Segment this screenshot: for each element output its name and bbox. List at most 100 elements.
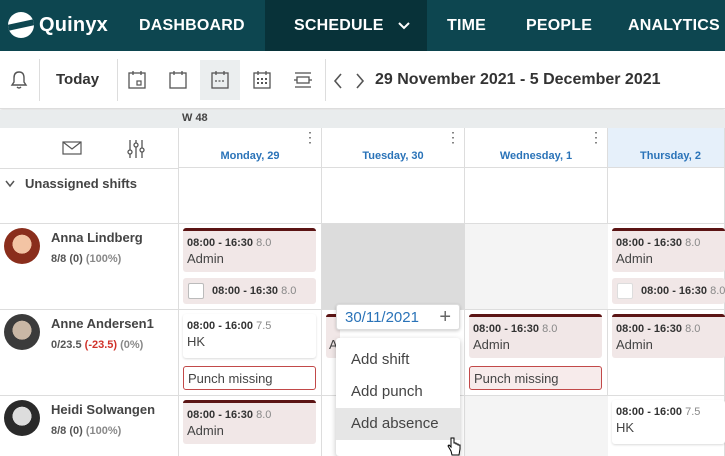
nav-people[interactable]: PEOPLE — [526, 0, 592, 51]
month-view-icon[interactable] — [210, 70, 230, 90]
hand-cursor-icon — [447, 437, 461, 456]
hours-percent: (0%) — [120, 339, 144, 351]
nav-analytics[interactable]: ANALYTICS — [628, 0, 720, 51]
shift-role: Admin — [616, 337, 653, 352]
schedule-toolbar: Today 29 November 2021 - 5 December 2021 — [0, 51, 725, 109]
shift-time: 08:00 - 16:30 — [473, 323, 540, 335]
empty-cell — [465, 395, 608, 456]
avatar[interactable] — [4, 400, 40, 436]
shift-role: Admin — [616, 251, 653, 266]
person-hours: 0/23.5 (-23.5) (0%) — [51, 339, 143, 351]
punch-missing-alert[interactable]: Punch missing — [183, 366, 316, 390]
week-strip: W 48 — [0, 110, 725, 128]
shift-role: HK — [187, 334, 206, 349]
bell-icon[interactable] — [9, 70, 29, 90]
hours-percent: (100%) — [85, 425, 122, 437]
shift-card[interactable]: 08:00 - 16:30 8.0 Admin — [612, 314, 725, 358]
toolbar-divider — [325, 59, 326, 101]
day-header-tuesday[interactable]: ⋮ Tuesday, 30 — [322, 128, 465, 168]
shift-hours: 7.5 — [685, 406, 701, 418]
week-view-icon[interactable] — [168, 70, 188, 90]
shift-time: 08:00 - 16:00 — [187, 320, 254, 332]
person-name[interactable]: Anna Lindberg — [51, 230, 143, 245]
punch-missing-alert[interactable]: Punch missing — [469, 366, 602, 390]
person-row-anne-andersen1: Anne Andersen1 0/23.5 (-23.5) (0%) — [0, 309, 179, 395]
shift-role: Admin — [187, 423, 224, 438]
plus-icon[interactable]: + — [439, 306, 451, 329]
today-button[interactable]: Today — [56, 71, 99, 88]
collapse-chevron-icon[interactable] — [5, 180, 15, 188]
day-label: Tuesday, 30 — [362, 150, 424, 162]
person-hours: 8/8 (0) (100%) — [51, 253, 121, 265]
avatar[interactable] — [4, 314, 40, 350]
shift-checkbox[interactable] — [188, 283, 204, 299]
selected-date-chip[interactable]: 30/11/2021 + — [336, 304, 460, 330]
day-view-icon[interactable] — [127, 70, 147, 90]
person-name[interactable]: Heidi Solwangen — [51, 402, 155, 417]
date-range-label[interactable]: 29 November 2021 - 5 December 2021 — [375, 71, 661, 89]
toolbar-divider — [39, 59, 40, 101]
shift-card[interactable]: 08:00 - 16:30 8.0 Admin — [469, 314, 602, 358]
expand-width-icon[interactable] — [293, 70, 313, 90]
person-name[interactable]: Anne Andersen1 — [51, 316, 154, 331]
quinyx-logo[interactable]: Quinyx — [8, 12, 108, 38]
shift-hours: 8.0 — [710, 285, 725, 297]
top-nav-bar: Quinyx DASHBOARD SCHEDULE TIME PEOPLE AN… — [0, 0, 725, 51]
selected-date: 30/11/2021 — [345, 309, 419, 326]
person-hours: 8/8 (0) (100%) — [51, 425, 121, 437]
shift-card[interactable]: 08:00 - 16:30 8.0 Admin — [183, 400, 316, 444]
menu-item-add-shift[interactable]: Add shift — [336, 344, 460, 376]
shift-hours: 8.0 — [685, 323, 701, 335]
shift-role: HK — [616, 420, 635, 435]
unassigned-shifts-label[interactable]: Unassigned shifts — [25, 176, 137, 191]
next-week-icon[interactable] — [355, 73, 365, 89]
add-context-menu: Add shift Add punch Add absence — [336, 338, 460, 456]
hours-diff: (0) — [69, 425, 83, 437]
shift-hours: 7.5 — [256, 320, 272, 332]
shift-time: 08:00 - 16:30 — [187, 409, 254, 421]
shift-card[interactable]: 08:00 - 16:00 7.5 HK — [612, 400, 725, 444]
previous-week-icon[interactable] — [333, 73, 343, 89]
shift-card-unpublished[interactable]: 08:00 - 16:30 8.0 — [183, 278, 316, 304]
shift-checkbox[interactable] — [617, 283, 633, 299]
shift-hours: 8.0 — [281, 285, 297, 297]
shift-time: 08:00 - 16:30 — [212, 285, 279, 297]
shift-time: 08:00 - 16:30 — [641, 285, 708, 297]
menu-item-add-absence[interactable]: Add absence — [336, 408, 460, 440]
person-row-anna-lindberg: Anna Lindberg 8/8 (0) (100%) — [0, 223, 179, 309]
menu-item-add-punch[interactable]: Add punch — [336, 376, 460, 408]
shift-card[interactable]: 08:00 - 16:30 8.0 Admin — [183, 228, 316, 272]
filter-sliders-icon[interactable] — [126, 139, 146, 159]
shift-hours: 8.0 — [542, 323, 558, 335]
hours-diff: (0) — [69, 253, 83, 265]
nav-dashboard[interactable]: DASHBOARD — [139, 0, 245, 51]
shift-hours: 8.0 — [256, 409, 272, 421]
nav-schedule-label: SCHEDULE — [294, 17, 384, 34]
nav-schedule[interactable]: SCHEDULE — [265, 0, 427, 51]
shift-time: 08:00 - 16:30 — [616, 237, 683, 249]
day-header-wednesday[interactable]: ⋮ Wednesday, 1 — [465, 128, 608, 168]
shift-role: Admin — [473, 337, 510, 352]
shift-time: 08:00 - 16:30 — [616, 323, 683, 335]
more-options-icon[interactable]: ⋮ — [589, 130, 603, 144]
shift-card[interactable]: 08:00 - 16:00 7.5 HK — [183, 314, 316, 358]
shift-card[interactable]: 08:00 - 16:30 8.0 Admin — [612, 228, 725, 272]
more-options-icon[interactable]: ⋮ — [446, 130, 460, 144]
divider — [0, 168, 179, 169]
avatar[interactable] — [4, 228, 40, 264]
day-label: Wednesday, 1 — [499, 150, 573, 162]
shift-hours: 8.0 — [685, 237, 701, 249]
day-header-monday[interactable]: ⋮ Monday, 29 — [179, 128, 322, 168]
logo-mark-icon — [8, 12, 34, 38]
calendar-grid-icon[interactable] — [252, 70, 272, 90]
shift-card-unpublished[interactable]: 08:00 - 16:30 8.0 — [612, 278, 725, 304]
chevron-down-icon — [398, 22, 410, 30]
toolbar-divider — [117, 59, 118, 101]
day-header-thursday[interactable]: Thursday, 2 — [608, 128, 725, 168]
week-number: W 48 — [182, 112, 208, 124]
nav-time[interactable]: TIME — [447, 0, 486, 51]
brand-name: Quinyx — [39, 13, 108, 36]
mail-icon[interactable] — [62, 141, 82, 155]
more-options-icon[interactable]: ⋮ — [303, 130, 317, 144]
hours-percent: (100%) — [85, 253, 122, 265]
